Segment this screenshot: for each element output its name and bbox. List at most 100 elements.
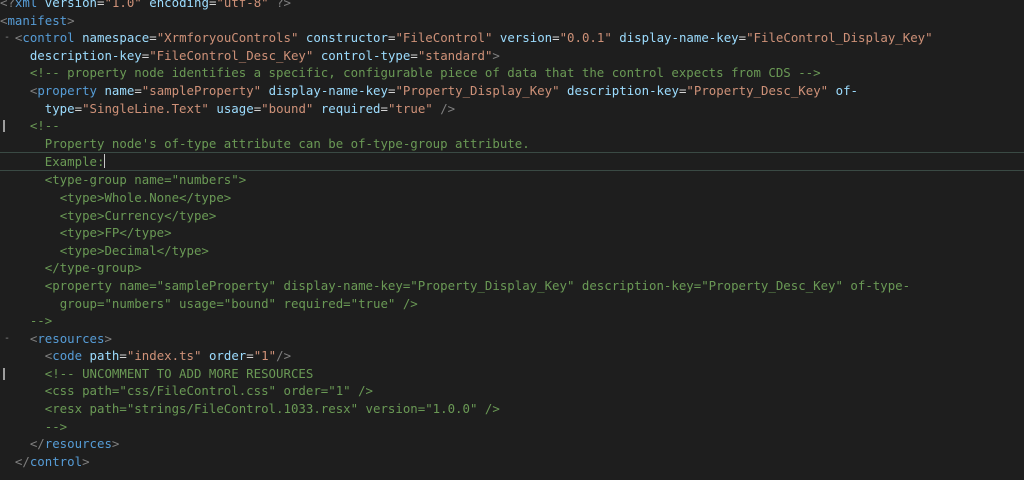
code-token: <type-group name="numbers"> [44,172,247,188]
code-line-text: </control> [0,453,90,471]
code-token: constructor [305,30,388,46]
code-token: property [37,82,97,98]
code-line[interactable]: Property node's of-type attribute can be… [0,135,1024,153]
code-line-text: --> [0,312,52,330]
code-line[interactable]: <type>Decimal</type> [0,242,1024,260]
code-token: "Property_Desc_Key" [686,82,829,98]
code-lines[interactable]: <?xml version="1.0" encoding="utf-8" ?> <… [0,0,1024,470]
code-token: required [320,100,381,116]
code-token: /> [276,348,292,364]
code-token: "FileControl" [395,30,493,46]
code-line[interactable]: <manifest> [0,12,1024,30]
code-token: type [44,100,75,116]
code-line[interactable]: <!-- [0,117,1024,135]
code-token: "FileControl_Display_Key" [746,30,933,46]
code-token: "standard" [417,47,493,63]
code-token: usage [216,100,254,116]
code-token: --> [29,313,53,329]
code-line[interactable]: <code path="index.ts" order="1"/> [0,347,1024,365]
code-line[interactable]: description-key = "FileControl_Desc_Key" c… [0,47,1024,65]
code-token: "sampleProperty" [141,82,262,98]
code-token: xml [14,0,38,10]
code-line[interactable]: type="SingleLine.Text" usage="bound" req… [0,100,1024,118]
code-token: "utf-8" [216,0,269,10]
code-line[interactable]: group="numbers" usage="bound" required="… [0,295,1024,313]
code-token: /> [432,100,456,116]
code-line-text: <!-- [0,117,60,135]
code-token: </ [29,436,45,452]
code-line-text: type="SingleLine.Text" usage="bound" req… [0,100,455,118]
code-line[interactable]: <type>FP</type> [0,224,1024,242]
code-token: "FileControl_Desc_Key" [149,47,314,63]
code-line-text: <resources> [0,330,112,348]
code-line[interactable]: --> [0,312,1024,330]
code-line[interactable]: <type>Currency</type> [0,207,1024,225]
code-line-text: <control namespace="XrmforyouControls" c… [0,29,933,47]
code-line-text: <manifest> [0,12,75,30]
code-line[interactable]: </type-group> [0,259,1024,277]
code-token: code [52,348,83,364]
code-line[interactable]: Example: [0,152,1024,172]
code-line-text: Example: [0,153,106,170]
code-token: <type>Currency</type> [59,207,217,223]
code-token: "1" [253,348,277,364]
code-line-text: <type>Decimal</type> [0,242,209,260]
code-line[interactable]: <property name="sampleProperty" display-… [0,277,1024,295]
code-line-text: description-key = "FileControl_Desc_Key" c… [0,47,500,65]
code-line[interactable]: <!-- property node identifies a specific… [0,64,1024,82]
code-line[interactable]: - <resources> [0,330,1024,348]
code-editor[interactable]: <?xml version="1.0" encoding="utf-8" ?> <… [0,0,1024,480]
code-token: control [22,30,75,46]
code-token: = [119,348,127,364]
code-token: description-key [29,47,142,63]
code-line[interactable]: </control> [0,453,1024,471]
code-line[interactable]: - <control namespace="XrmforyouControls"… [0,29,1024,47]
code-token: Example: [44,154,105,170]
code-token: = [552,30,560,46]
code-line[interactable]: --> [0,418,1024,436]
code-token: "Property_Display_Key" [395,82,560,98]
code-line[interactable]: <?xml version="1.0" encoding="utf-8" ?> [0,0,1024,12]
code-line[interactable]: <type>Whole.None</type> [0,189,1024,207]
code-token: "true" [388,100,433,116]
code-line[interactable]: <resx path="strings/FileControl.1033.res… [0,400,1024,418]
code-line[interactable]: <!-- UNCOMMENT TO ADD MORE RESOURCES [0,365,1024,383]
code-token: <type>FP</type> [59,225,172,241]
code-line[interactable]: <type-group name="numbers"> [0,171,1024,189]
code-line[interactable]: </resources> [0,435,1024,453]
code-token: "XrmforyouControls" [156,30,299,46]
code-token: <!-- [29,118,60,134]
code-line[interactable]: <property name="sampleProperty" display-… [0,82,1024,100]
code-line-text: <css path="css/FileControl.css" order="1… [0,382,373,400]
code-token: of- [835,82,859,98]
code-line[interactable]: <css path="css/FileControl.css" order="1… [0,382,1024,400]
code-token: </type-group> [44,260,142,276]
code-token: > [104,330,112,346]
code-token: </ [14,453,30,469]
code-token: = [246,348,254,364]
code-token: <css path="css/FileControl.css" order="1… [44,383,373,399]
code-token: group="numbers" usage="bound" required="… [59,295,418,311]
code-token: control [29,453,83,469]
code-token: > [492,47,500,63]
code-token: --> [44,418,68,434]
code-token: manifest [7,12,68,28]
code-token: control-type [320,47,411,63]
